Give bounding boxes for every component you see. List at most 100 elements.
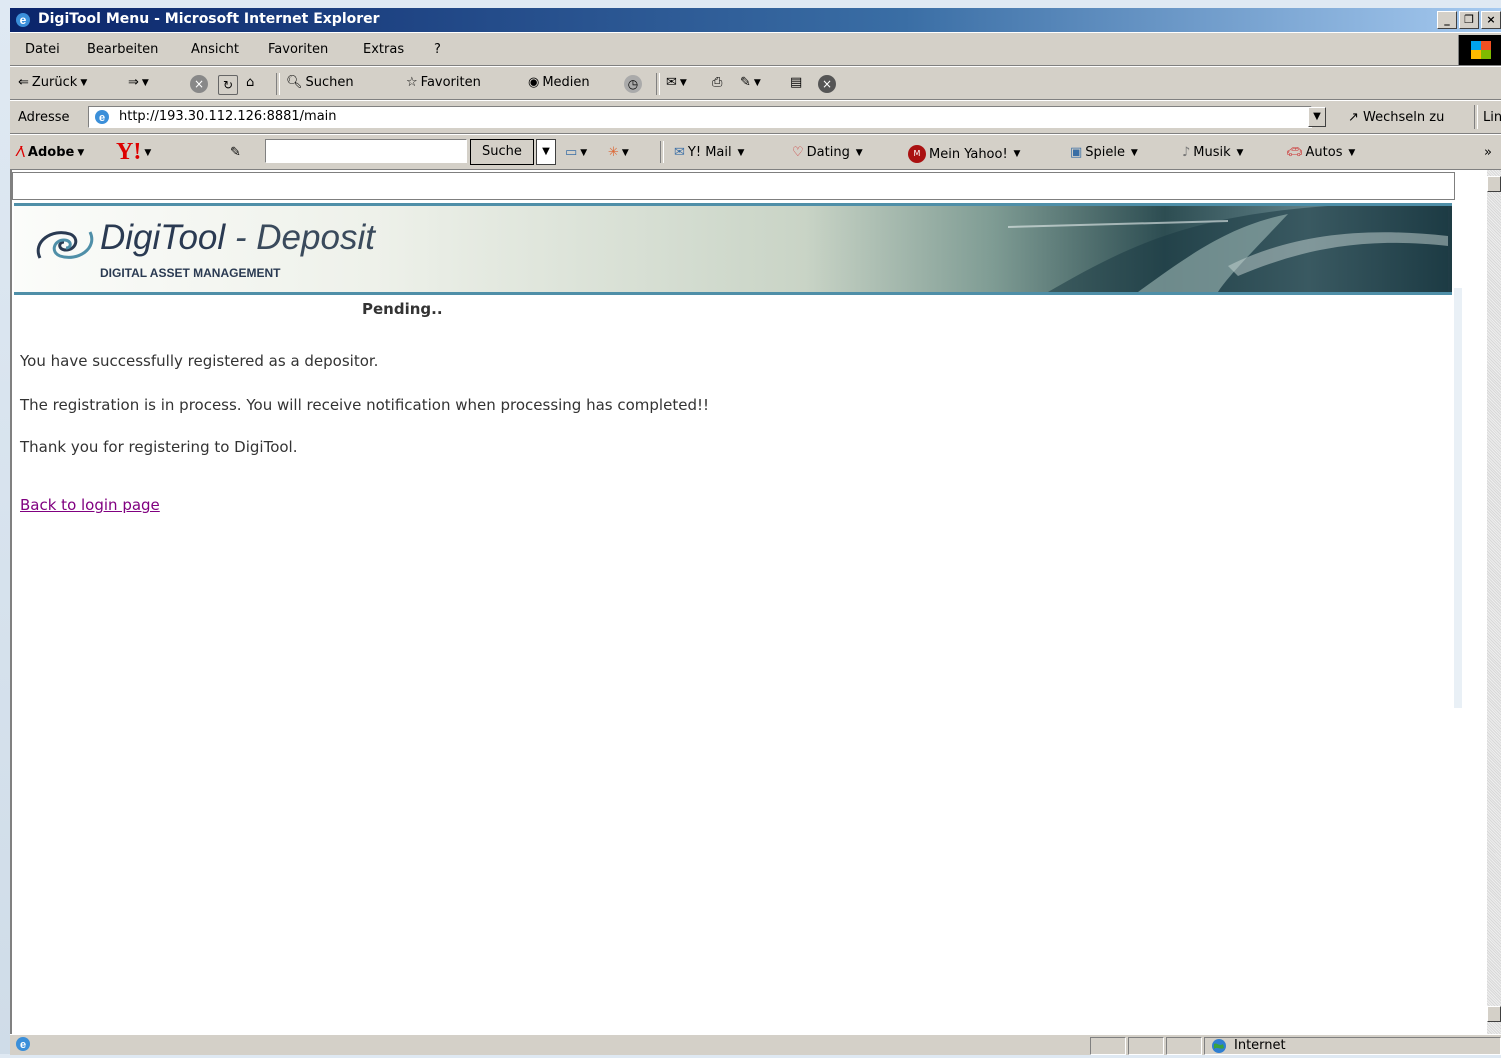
musik-button[interactable]: ♪ Musik ▼ — [1182, 145, 1243, 160]
title-separator: - — [225, 218, 257, 257]
toolbar-overflow-button[interactable]: » — [1484, 145, 1492, 160]
internet-zone-icon — [1211, 1038, 1227, 1058]
edit-button[interactable]: ✎ ▼ — [740, 75, 761, 90]
address-url: http://193.30.112.126:8881/main — [119, 109, 337, 124]
refresh-icon: ↻ — [218, 75, 238, 95]
registration-success-message: You have successfully registered as a de… — [20, 352, 379, 370]
vertical-scrollbar[interactable] — [1487, 170, 1501, 1034]
spiele-label: Spiele — [1085, 145, 1126, 160]
address-bar: Adresse e http://193.30.112.126:8881/mai… — [10, 100, 1501, 134]
yahoo-toolbar: ⁄\ Adobe ▼ Y! ▼ ✎ Suche ▼ ▭ ▼ ✳ ▼ ✉ Y! M… — [10, 134, 1501, 170]
car-icon: 🚗︎ — [1286, 145, 1303, 160]
media-icon: ◉ — [528, 75, 540, 90]
page-content: DigiTool - Deposit DIGITAL ASSET MANAGEM… — [10, 170, 1501, 1034]
menu-datei[interactable]: Datei — [25, 42, 60, 57]
window-title-bar[interactable]: e DigiTool Menu - Microsoft Internet Exp… — [10, 8, 1501, 32]
mein-yahoo-icon: M — [908, 145, 926, 163]
forward-button[interactable]: ⇒ ▼ — [128, 75, 149, 90]
status-bar: e Internet — [10, 1034, 1501, 1055]
scroll-down-button[interactable] — [1487, 1006, 1501, 1022]
media-button[interactable]: ◉ Medien — [528, 75, 590, 90]
menu-help[interactable]: ? — [434, 42, 441, 57]
home-button[interactable]: ⌂ — [246, 75, 254, 90]
pencil-icon: ✎ — [230, 145, 241, 160]
menu-favoriten[interactable]: Favoriten — [268, 42, 328, 57]
desktop-background — [0, 8, 10, 1054]
svg-text:e: e — [20, 13, 27, 27]
favorites-label: Favoriten — [420, 75, 481, 90]
messenger-button[interactable]: × — [818, 75, 836, 93]
yahoo-search-input[interactable] — [265, 139, 467, 163]
musik-label: Musik — [1193, 145, 1231, 160]
scroll-up-button[interactable] — [1487, 176, 1501, 192]
favorites-button[interactable]: ☆ Favoriten — [406, 75, 481, 90]
autos-button[interactable]: 🚗︎ Autos ▼ — [1286, 145, 1355, 160]
toolbar-separator — [656, 73, 660, 95]
top-frame — [12, 172, 1455, 200]
minimize-button[interactable]: _ — [1437, 11, 1457, 29]
digitool-logo-icon — [32, 220, 98, 274]
window-title: DigiTool Menu - Microsoft Internet Explo… — [38, 11, 380, 27]
chevron-down-icon: ▼ — [1128, 147, 1138, 158]
page-status-icon: e — [14, 1036, 32, 1056]
address-input[interactable]: e http://193.30.112.126:8881/main — [88, 106, 1312, 128]
back-to-login-link[interactable]: Back to login page — [20, 496, 160, 514]
stop-button[interactable]: × — [190, 75, 208, 93]
discuss-button[interactable]: ▤ — [790, 75, 802, 90]
adobe-label: Adobe — [27, 145, 75, 160]
page-icon: e — [93, 109, 111, 125]
security-zone-label: Internet — [1234, 1038, 1286, 1053]
back-button[interactable]: ⇐ Zurück ▼ — [18, 75, 87, 90]
chevron-down-icon: ▼ — [80, 77, 88, 88]
mein-yahoo-button[interactable]: M Mein Yahoo! ▼ — [908, 145, 1020, 163]
address-label: Adresse — [18, 110, 70, 125]
dating-button[interactable]: ♡ Dating ▼ — [792, 145, 863, 160]
chevron-down-icon: ▼ — [144, 147, 152, 158]
product-name: Deposit — [256, 218, 375, 257]
maximize-button[interactable]: ❐ — [1459, 11, 1479, 29]
discuss-icon: ▤ — [790, 75, 803, 90]
links-button[interactable]: Link — [1483, 110, 1501, 125]
go-button[interactable]: ↗ Wechseln zu — [1348, 110, 1444, 125]
banner-subtitle: DIGITAL ASSET MANAGEMENT — [100, 266, 281, 280]
mail-icon: ✉ — [674, 145, 685, 160]
go-label: Wechseln zu — [1363, 110, 1445, 125]
messenger-icon: × — [818, 75, 836, 93]
print-button[interactable]: ⎙ — [712, 75, 722, 90]
adobe-button[interactable]: ⁄\ Adobe ▼ — [18, 145, 84, 160]
chevron-down-icon: ▼ — [580, 147, 588, 158]
games-icon: ▣ — [1070, 145, 1083, 160]
menu-bearbeiten[interactable]: Bearbeiten — [87, 42, 158, 57]
history-button[interactable]: ◷ — [624, 75, 642, 93]
chevron-down-icon: ▼ — [734, 147, 745, 158]
chevron-down-icon: ▼ — [1233, 147, 1244, 158]
address-dropdown-button[interactable]: ▼ — [1308, 107, 1326, 127]
yahoo-search-dropdown[interactable]: ▼ — [536, 139, 556, 165]
status-panel — [1166, 1037, 1202, 1055]
menu-bar: Datei Bearbeiten Ansicht Favoriten Extra… — [10, 32, 1501, 66]
dating-icon: ♡ — [792, 145, 804, 160]
svg-text:e: e — [20, 1039, 26, 1051]
svg-text:e: e — [99, 112, 105, 124]
windows-logo-icon — [1458, 35, 1501, 65]
search-label: Suchen — [305, 75, 354, 90]
close-button[interactable]: × — [1481, 11, 1501, 29]
chevron-down-icon: ▼ — [1345, 147, 1356, 158]
frame-edge — [1454, 288, 1462, 708]
search-button[interactable]: 🔍︎ Suchen — [286, 75, 354, 90]
bookmarks-icon: ▭ — [565, 145, 578, 160]
popup-blocker-button[interactable]: ✳ ▼ — [608, 145, 629, 160]
yahoo-search-button[interactable]: Suche — [470, 139, 534, 165]
menu-ansicht[interactable]: Ansicht — [191, 42, 239, 57]
media-label: Medien — [542, 75, 590, 90]
menu-extras[interactable]: Extras — [363, 42, 404, 57]
refresh-button[interactable]: ↻ — [218, 75, 238, 95]
mail-button[interactable]: ✉ ▼ — [666, 75, 687, 90]
go-arrow-icon: ↗ — [1348, 110, 1359, 125]
chevron-down-icon: ▼ — [753, 77, 761, 88]
bookmarks-button[interactable]: ▭ ▼ — [565, 145, 587, 160]
highlight-button[interactable]: ✎ — [230, 145, 241, 160]
yahoo-mail-button[interactable]: ✉ Y! Mail ▼ — [674, 145, 744, 160]
yahoo-logo-button[interactable]: Y! ▼ — [116, 139, 151, 166]
spiele-button[interactable]: ▣ Spiele ▼ — [1070, 145, 1138, 160]
